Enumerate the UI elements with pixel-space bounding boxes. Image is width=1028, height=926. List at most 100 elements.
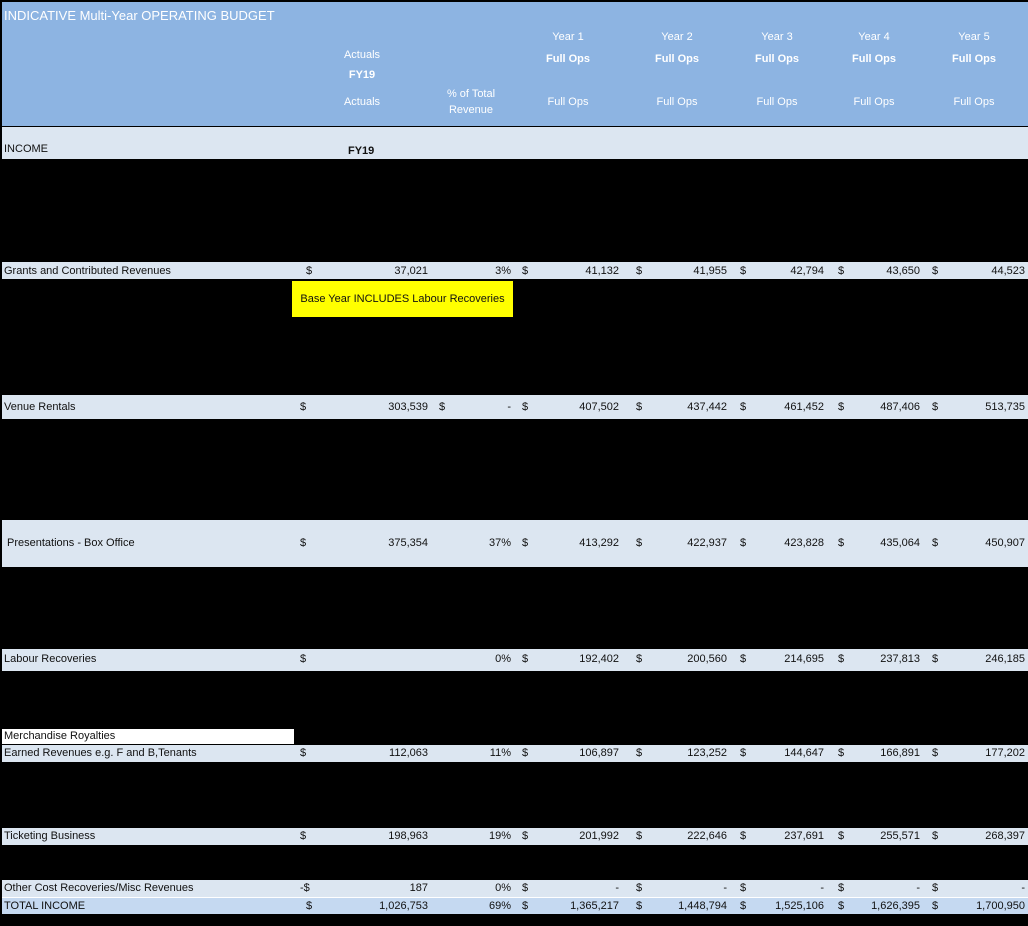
year-1-value: 413,292	[579, 537, 619, 549]
year-2-value: 437,442	[687, 401, 727, 413]
year-2-value: 41,955	[693, 265, 727, 277]
pct-value: -	[507, 401, 511, 413]
year-1-value: 1,365,217	[570, 900, 619, 912]
pct-value: 3%	[495, 265, 511, 277]
year-4-fullops-sub: Full Ops	[853, 96, 895, 108]
year-2-header: Year 2	[661, 31, 693, 43]
currency-symbol: $	[932, 900, 939, 912]
actual-value: 375,354	[388, 537, 428, 549]
row-label: Presentations - Box Office	[7, 537, 135, 549]
year-3-value: 214,695	[784, 653, 824, 665]
year-1-value: 192,402	[579, 653, 619, 665]
year-3-value: 423,828	[784, 537, 824, 549]
year-2-value: 222,646	[687, 830, 727, 842]
row-label: Earned Revenues e.g. F and B,Tenants	[4, 747, 197, 759]
actual-value: 1,026,753	[379, 900, 428, 912]
pct-value: 0%	[495, 653, 511, 665]
year-5-value: 513,735	[985, 401, 1025, 413]
year-1-value: 201,992	[579, 830, 619, 842]
table-row: Grants and Contributed Revenues $37,021 3%…	[2, 262, 1028, 279]
actual-value: 303,539	[388, 401, 428, 413]
currency-symbol: $	[740, 265, 747, 277]
base-year-note: Base Year INCLUDES Labour Recoveries	[292, 281, 513, 317]
year-4-value: 435,064	[880, 537, 920, 549]
year-2-value: 123,252	[687, 747, 727, 759]
pct-value: 0%	[495, 882, 511, 894]
currency-symbol: $	[300, 537, 307, 549]
year-5-fullops-sub: Full Ops	[953, 96, 995, 108]
currency-symbol: $	[740, 747, 747, 759]
income-label: INCOME	[4, 143, 48, 155]
currency-symbol: $	[522, 900, 529, 912]
year-1-value: 106,897	[579, 747, 619, 759]
currency-symbol: $	[300, 830, 307, 842]
pct-header-line2: Revenue	[448, 104, 494, 116]
row-label: TOTAL INCOME	[4, 900, 86, 912]
table-row: Earned Revenues e.g. F and B,Tenants $112…	[2, 745, 1028, 762]
currency-symbol: $	[932, 537, 939, 549]
header-band: INDICATIVE Multi-Year OPERATING BUDGET A…	[2, 2, 1028, 126]
currency-symbol: $	[522, 401, 529, 413]
year-1-value: -	[615, 882, 619, 894]
year-2-value: 200,560	[687, 653, 727, 665]
year-2-value: -	[723, 882, 727, 894]
table-row: Labour Recoveries $0% $192,402 $200,560 $214…	[2, 649, 1028, 671]
year-1-fullops: Full Ops	[546, 53, 590, 65]
currency-symbol: $	[636, 882, 643, 894]
year-3-fullops-sub: Full Ops	[756, 96, 798, 108]
year-2-fullops-sub: Full Ops	[656, 96, 698, 108]
row-label: Ticketing Business	[4, 830, 96, 842]
table-row: Venue Rentals $303,539 $ - $407,502 $437,442 $…	[2, 395, 1028, 419]
year-5-value: -	[1021, 882, 1025, 894]
year-3-value: 237,691	[784, 830, 824, 842]
year-2-value: 422,937	[687, 537, 727, 549]
pct-header-line1: % of Total	[446, 88, 496, 100]
year-3-value: 42,794	[790, 265, 824, 277]
currency-symbol: $	[522, 265, 529, 277]
table-row: Presentations - Box Office $375,354 37% $41…	[2, 520, 1028, 567]
row-label: Grants and Contributed Revenues	[4, 265, 171, 277]
year-1-header: Year 1	[552, 31, 584, 43]
currency-symbol: $	[740, 653, 747, 665]
year-5-value: 246,185	[985, 653, 1025, 665]
currency-symbol: $	[636, 537, 643, 549]
currency-symbol: $	[636, 265, 643, 277]
currency-symbol: $	[522, 653, 529, 665]
year-3-value: -	[820, 882, 824, 894]
year-1-fullops-sub: Full Ops	[547, 96, 589, 108]
year-4-value: 166,891	[880, 747, 920, 759]
currency-symbol: $	[932, 882, 939, 894]
year-3-header: Year 3	[761, 31, 793, 43]
currency-symbol: $	[932, 401, 939, 413]
year-4-value: -	[916, 882, 920, 894]
row-label: Other Cost Recoveries/Misc Revenues	[4, 882, 194, 894]
year-2-fullops: Full Ops	[655, 53, 699, 65]
currency-symbol: $	[838, 265, 845, 277]
currency-symbol: $	[306, 900, 313, 912]
year-4-value: 487,406	[880, 401, 920, 413]
year-1-value: 41,132	[585, 265, 619, 277]
currency-symbol: $	[932, 830, 939, 842]
currency-symbol: $	[740, 401, 747, 413]
year-3-value: 461,452	[784, 401, 824, 413]
fy19-header: FY19	[348, 69, 376, 81]
currency-symbol: $	[932, 747, 939, 759]
currency-symbol: $	[636, 900, 643, 912]
pct-value: 37%	[488, 537, 511, 549]
currency-symbol: $	[932, 265, 939, 277]
currency-symbol: $	[932, 653, 939, 665]
pct-value: 11%	[489, 747, 511, 759]
actual-value: 187	[409, 882, 428, 894]
currency-symbol: $	[636, 747, 643, 759]
currency-symbol: $	[838, 830, 845, 842]
income-fy19: FY19	[348, 145, 375, 157]
currency-symbol: -$	[300, 882, 310, 894]
currency-symbol: $	[838, 882, 845, 894]
year-5-value: 450,907	[985, 537, 1025, 549]
currency-symbol: $	[300, 401, 307, 413]
currency-symbol: $	[740, 830, 747, 842]
year-4-header: Year 4	[858, 31, 890, 43]
year-5-value: 177,202	[985, 747, 1025, 759]
table-row: Ticketing Business $198,963 19% $201,992 $22…	[2, 828, 1028, 845]
currency-symbol: $	[838, 401, 845, 413]
